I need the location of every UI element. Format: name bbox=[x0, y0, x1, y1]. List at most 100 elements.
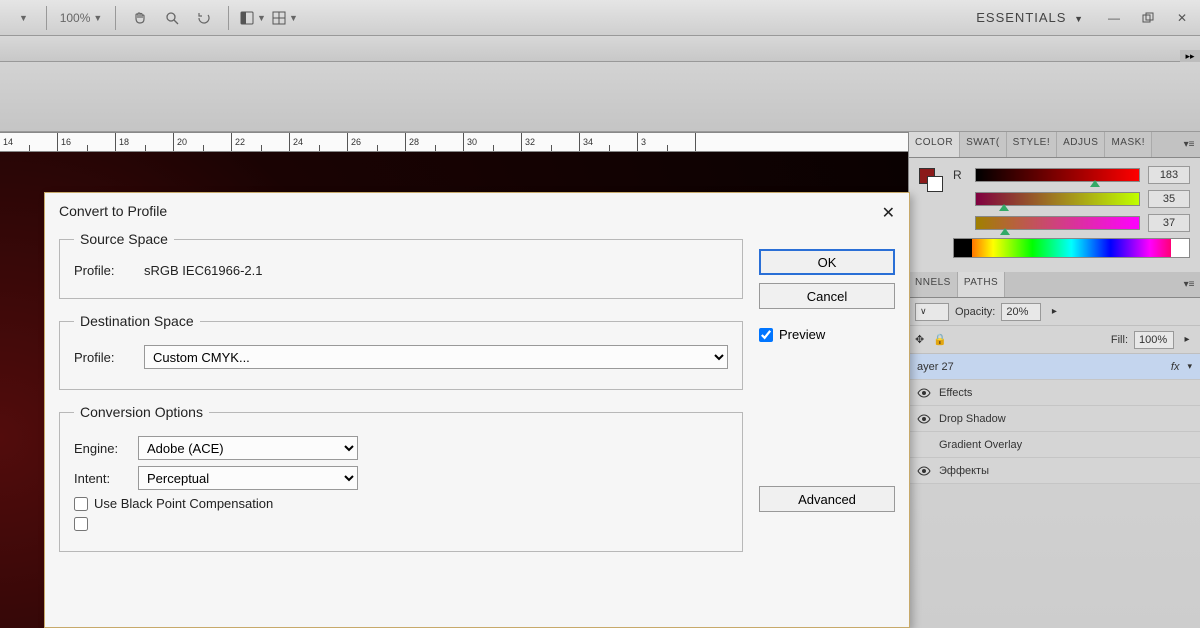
preview-checkbox[interactable] bbox=[759, 328, 773, 342]
intent-select[interactable]: Perceptual bbox=[138, 466, 358, 490]
zoom-level-dropdown[interactable]: 100%▼ bbox=[57, 4, 105, 32]
arrange-documents-dropdown[interactable]: ▼ bbox=[271, 4, 299, 32]
cancel-button[interactable]: Cancel bbox=[759, 283, 895, 309]
lock-icons[interactable]: ✥ 🔒 bbox=[915, 333, 950, 346]
fill-input[interactable]: 100% bbox=[1134, 331, 1174, 349]
separator bbox=[228, 6, 229, 30]
screen-mode-dropdown[interactable]: ▼ bbox=[239, 4, 267, 32]
opacity-flyout-icon[interactable]: ▸ bbox=[1047, 306, 1061, 317]
effects-header-row[interactable]: Эффекты bbox=[909, 458, 1200, 484]
green-value-input[interactable]: 35 bbox=[1148, 190, 1190, 208]
horizontal-ruler: 14 16 18 20 22 24 26 28 30 32 34 3 bbox=[0, 132, 908, 152]
visibility-icon[interactable] bbox=[917, 386, 931, 400]
workspace-switcher[interactable]: ESSENTIALS ▼ bbox=[968, 6, 1092, 29]
conversion-options-legend: Conversion Options bbox=[74, 404, 209, 420]
ok-button[interactable]: OK bbox=[759, 249, 895, 275]
destination-profile-select[interactable]: Custom CMYK... bbox=[144, 345, 728, 369]
blend-mode-select[interactable]: ∨ bbox=[915, 303, 949, 321]
ruler-tick: 14 bbox=[0, 133, 58, 151]
engine-label: Engine: bbox=[74, 441, 128, 456]
rotate-view-icon[interactable] bbox=[190, 4, 218, 32]
black-point-label: Use Black Point Compensation bbox=[94, 496, 273, 511]
doc-tab-strip: ▸▸ bbox=[0, 62, 1200, 132]
dialog-title: Convert to Profile bbox=[59, 203, 167, 223]
intent-label: Intent: bbox=[74, 471, 128, 486]
effect-name: Gradient Overlay bbox=[939, 439, 1022, 451]
tab-masks[interactable]: MASK! bbox=[1105, 132, 1152, 157]
right-panel-dock: COLOR SWAT( STYLE! ADJUS MASK! ▾≡ R 183 … bbox=[908, 132, 1200, 628]
panel-menu-icon[interactable]: ▾≡ bbox=[1178, 272, 1200, 297]
effect-dropshadow-row[interactable]: Drop Shadow bbox=[909, 406, 1200, 432]
blue-value-input[interactable]: 37 bbox=[1148, 214, 1190, 232]
layers-tabstrip: NNELS PATHS ▾≡ bbox=[909, 272, 1200, 298]
ruler-tick: 32 bbox=[522, 133, 580, 151]
tab-swatches[interactable]: SWAT( bbox=[960, 132, 1007, 157]
ruler-tick: 3 bbox=[638, 133, 696, 151]
effect-gradientoverlay-row[interactable]: Gradient Overlay bbox=[909, 432, 1200, 458]
layer-name: ayer 27 bbox=[917, 361, 954, 373]
tab-paths[interactable]: PATHS bbox=[958, 272, 1005, 297]
tab-channels[interactable]: NNELS bbox=[909, 272, 958, 297]
close-panels-icon[interactable]: ✕ bbox=[1170, 7, 1194, 29]
layer-row[interactable]: ayer 27 fx ▾ bbox=[909, 354, 1200, 380]
opacity-input[interactable]: 20% bbox=[1001, 303, 1041, 321]
advanced-button[interactable]: Advanced bbox=[759, 486, 895, 512]
ruler-tick: 34 bbox=[580, 133, 638, 151]
source-profile-value: sRGB IEC61966-2.1 bbox=[144, 263, 263, 278]
blue-slider[interactable] bbox=[975, 216, 1140, 230]
visibility-icon[interactable] bbox=[917, 464, 931, 478]
visibility-icon[interactable] bbox=[917, 412, 931, 426]
destination-space-legend: Destination Space bbox=[74, 313, 200, 329]
black-point-checkbox[interactable] bbox=[74, 497, 88, 511]
destination-profile-label: Profile: bbox=[74, 350, 134, 365]
red-value-input[interactable]: 183 bbox=[1148, 166, 1190, 184]
convert-to-profile-dialog: Convert to Profile ✕ Source Space Profil… bbox=[44, 192, 910, 628]
layers-panel-body: ∨ Opacity: 20% ▸ ✥ 🔒 Fill: 100% ▸ ayer 2… bbox=[909, 298, 1200, 484]
preview-label: Preview bbox=[779, 327, 825, 342]
color-panel-body: R 183 35 37 bbox=[909, 158, 1200, 266]
close-icon[interactable]: ✕ bbox=[882, 203, 895, 223]
ruler-tick: 30 bbox=[464, 133, 522, 151]
source-space-legend: Source Space bbox=[74, 231, 174, 247]
hand-tool-icon[interactable] bbox=[126, 4, 154, 32]
ruler-tick: 28 bbox=[406, 133, 464, 151]
red-channel-label: R bbox=[953, 168, 967, 182]
green-slider[interactable] bbox=[975, 192, 1140, 206]
effects-label: Эффекты bbox=[939, 465, 989, 477]
dither-checkbox[interactable] bbox=[74, 517, 88, 531]
ruler-tick: 20 bbox=[174, 133, 232, 151]
fg-bg-swatch[interactable] bbox=[919, 168, 943, 192]
destination-space-group: Destination Space Profile: Custom CMYK..… bbox=[59, 313, 743, 390]
collapse-panels-icon[interactable]: — bbox=[1102, 7, 1126, 29]
fx-badge[interactable]: fx bbox=[1171, 361, 1180, 373]
fill-flyout-icon[interactable]: ▸ bbox=[1180, 334, 1194, 345]
effects-header-row[interactable]: Effects bbox=[909, 380, 1200, 406]
separator bbox=[46, 6, 47, 30]
menu-strip bbox=[0, 36, 1200, 62]
maximize-panels-icon[interactable] bbox=[1136, 7, 1160, 29]
color-panel-tabstrip: COLOR SWAT( STYLE! ADJUS MASK! ▾≡ bbox=[909, 132, 1200, 158]
zoom-tool-icon[interactable] bbox=[158, 4, 186, 32]
opacity-label: Opacity: bbox=[955, 306, 995, 318]
conversion-options-group: Conversion Options Engine: Adobe (ACE) I… bbox=[59, 404, 743, 552]
options-toolbar: ▼ 100%▼ ▼ ▼ ESSENTIALS ▼ — ✕ bbox=[0, 0, 1200, 36]
effects-label: Effects bbox=[939, 387, 972, 399]
source-space-group: Source Space Profile: sRGB IEC61966-2.1 bbox=[59, 231, 743, 299]
tab-adjustments[interactable]: ADJUS bbox=[1057, 132, 1105, 157]
separator bbox=[115, 6, 116, 30]
fx-expand-icon[interactable]: ▾ bbox=[1187, 361, 1192, 372]
red-slider[interactable] bbox=[975, 168, 1140, 182]
tab-color[interactable]: COLOR bbox=[909, 132, 960, 157]
panel-menu-icon[interactable]: ▾≡ bbox=[1178, 132, 1200, 157]
effect-name: Drop Shadow bbox=[939, 413, 1006, 425]
source-profile-label: Profile: bbox=[74, 263, 134, 278]
ruler-tick: 18 bbox=[116, 133, 174, 151]
spectrum-ramp[interactable] bbox=[953, 238, 1190, 258]
ruler-tick: 24 bbox=[290, 133, 348, 151]
collapse-icon[interactable]: ▸▸ bbox=[1180, 50, 1200, 62]
ruler-tick: 16 bbox=[58, 133, 116, 151]
engine-select[interactable]: Adobe (ACE) bbox=[138, 436, 358, 460]
ruler-tick: 26 bbox=[348, 133, 406, 151]
tool-preset-dropdown[interactable]: ▼ bbox=[8, 4, 36, 32]
tab-styles[interactable]: STYLE! bbox=[1007, 132, 1057, 157]
